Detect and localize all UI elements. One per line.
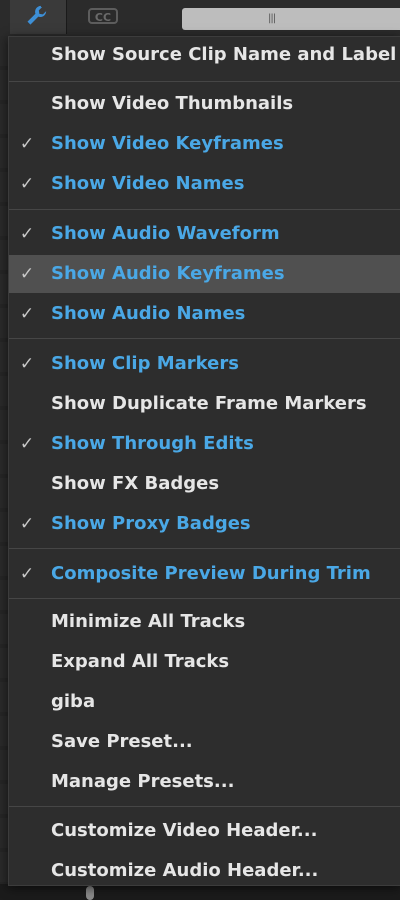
menu-item-minimize-all-tracks[interactable]: Minimize All Tracks: [9, 606, 400, 638]
menu-item-manage-presets[interactable]: Manage Presets...: [9, 766, 400, 798]
menu-item-save-preset[interactable]: Save Preset...: [9, 726, 400, 758]
checkmark-icon: ✓: [19, 264, 35, 284]
timeline-display-settings-menu: Show Source Clip Name and Label Show Vid…: [8, 36, 400, 886]
menu-item-show-source-clip-name[interactable]: Show Source Clip Name and Label: [9, 39, 400, 71]
menu-item-show-clip-markers[interactable]: ✓ Show Clip Markers: [9, 348, 400, 380]
menu-item-expand-all-tracks[interactable]: Expand All Tracks: [9, 646, 400, 678]
checkmark-icon: ✓: [19, 564, 35, 584]
menu-item-label: Show Audio Names: [51, 303, 246, 324]
checkmark-icon: ✓: [19, 174, 35, 194]
menu-item-label: Show Audio Keyframes: [51, 263, 285, 284]
checkmark-icon: [17, 773, 37, 791]
menu-item-show-video-names[interactable]: ✓ Show Video Names: [9, 168, 400, 200]
menu-item-label: Show Duplicate Frame Markers: [51, 393, 367, 414]
menu-item-show-through-edits[interactable]: ✓ Show Through Edits: [9, 428, 400, 460]
menu-item-label: Show Video Thumbnails: [51, 93, 294, 114]
menu-item-composite-preview-during-trim[interactable]: ✓ Composite Preview During Trim: [9, 558, 400, 590]
menu-item-show-fx-badges[interactable]: Show FX Badges: [9, 468, 400, 500]
checkmark-icon: [17, 46, 37, 64]
menu-separator: [9, 806, 400, 807]
menu-item-show-audio-names[interactable]: ✓ Show Audio Names: [9, 298, 400, 330]
menu-item-preset-giba[interactable]: giba: [9, 686, 400, 718]
timeline-settings-button[interactable]: [10, 0, 67, 34]
checkmark-icon: [17, 613, 37, 631]
checkmark-icon: [17, 862, 37, 880]
menu-separator: [9, 598, 400, 599]
menu-item-label: Show Audio Waveform: [51, 223, 280, 244]
menu-item-label: giba: [51, 691, 96, 712]
menu-item-label: Show Video Keyframes: [51, 133, 284, 154]
checkmark-icon: [17, 475, 37, 493]
menu-item-show-duplicate-frame-markers[interactable]: Show Duplicate Frame Markers: [9, 388, 400, 420]
menu-item-label: Minimize All Tracks: [51, 611, 246, 632]
menu-item-show-video-thumbnails[interactable]: Show Video Thumbnails: [9, 88, 400, 120]
timeline-panel: CC ||| Show Source Clip Name and Label S…: [0, 0, 400, 900]
menu-separator: [9, 338, 400, 339]
checkmark-icon: ✓: [19, 514, 35, 534]
menu-item-label: Show Through Edits: [51, 433, 254, 454]
menu-item-label: Customize Audio Header...: [51, 860, 319, 881]
checkmark-icon: [17, 395, 37, 413]
timeline-toolbar: CC |||: [0, 0, 400, 36]
menu-item-label: Expand All Tracks: [51, 651, 230, 672]
checkmark-icon: [17, 733, 37, 751]
scrollbar-grip-icon[interactable]: |||: [268, 13, 276, 24]
menu-item-show-audio-waveform[interactable]: ✓ Show Audio Waveform: [9, 218, 400, 250]
checkmark-icon: ✓: [19, 134, 35, 154]
menu-item-label: Composite Preview During Trim: [51, 563, 371, 584]
checkmark-icon: ✓: [19, 434, 35, 454]
menu-item-label: Customize Video Header...: [51, 820, 318, 841]
menu-item-label: Show Proxy Badges: [51, 513, 251, 534]
menu-item-label: Show Clip Markers: [51, 353, 239, 374]
menu-item-label: Save Preset...: [51, 731, 193, 752]
menu-item-label: Manage Presets...: [51, 771, 235, 792]
menu-item-label: Show FX Badges: [51, 473, 220, 494]
checkmark-icon: [17, 822, 37, 840]
menu-separator: [9, 209, 400, 210]
checkmark-icon: [17, 653, 37, 671]
menu-separator: [9, 548, 400, 549]
menu-separator: [9, 81, 400, 82]
checkmark-icon: ✓: [19, 304, 35, 324]
menu-item-show-video-keyframes[interactable]: ✓ Show Video Keyframes: [9, 128, 400, 160]
checkmark-icon: ✓: [19, 224, 35, 244]
timeline-zoom-scrollbar[interactable]: |||: [182, 8, 400, 30]
zoom-slider-handle[interactable]: [86, 886, 94, 900]
menu-item-label: Show Source Clip Name and Label: [51, 44, 397, 65]
menu-item-show-proxy-badges[interactable]: ✓ Show Proxy Badges: [9, 508, 400, 540]
menu-item-label: Show Video Names: [51, 173, 245, 194]
menu-item-show-audio-keyframes[interactable]: ✓ Show Audio Keyframes: [9, 255, 400, 293]
menu-item-customize-audio-header[interactable]: Customize Audio Header...: [9, 855, 400, 887]
menu-item-customize-video-header[interactable]: Customize Video Header...: [9, 815, 400, 847]
checkmark-icon: [17, 95, 37, 113]
checkmark-icon: [17, 693, 37, 711]
wrench-icon: [27, 5, 47, 25]
closed-captions-button[interactable]: CC: [88, 8, 118, 24]
checkmark-icon: ✓: [19, 354, 35, 374]
